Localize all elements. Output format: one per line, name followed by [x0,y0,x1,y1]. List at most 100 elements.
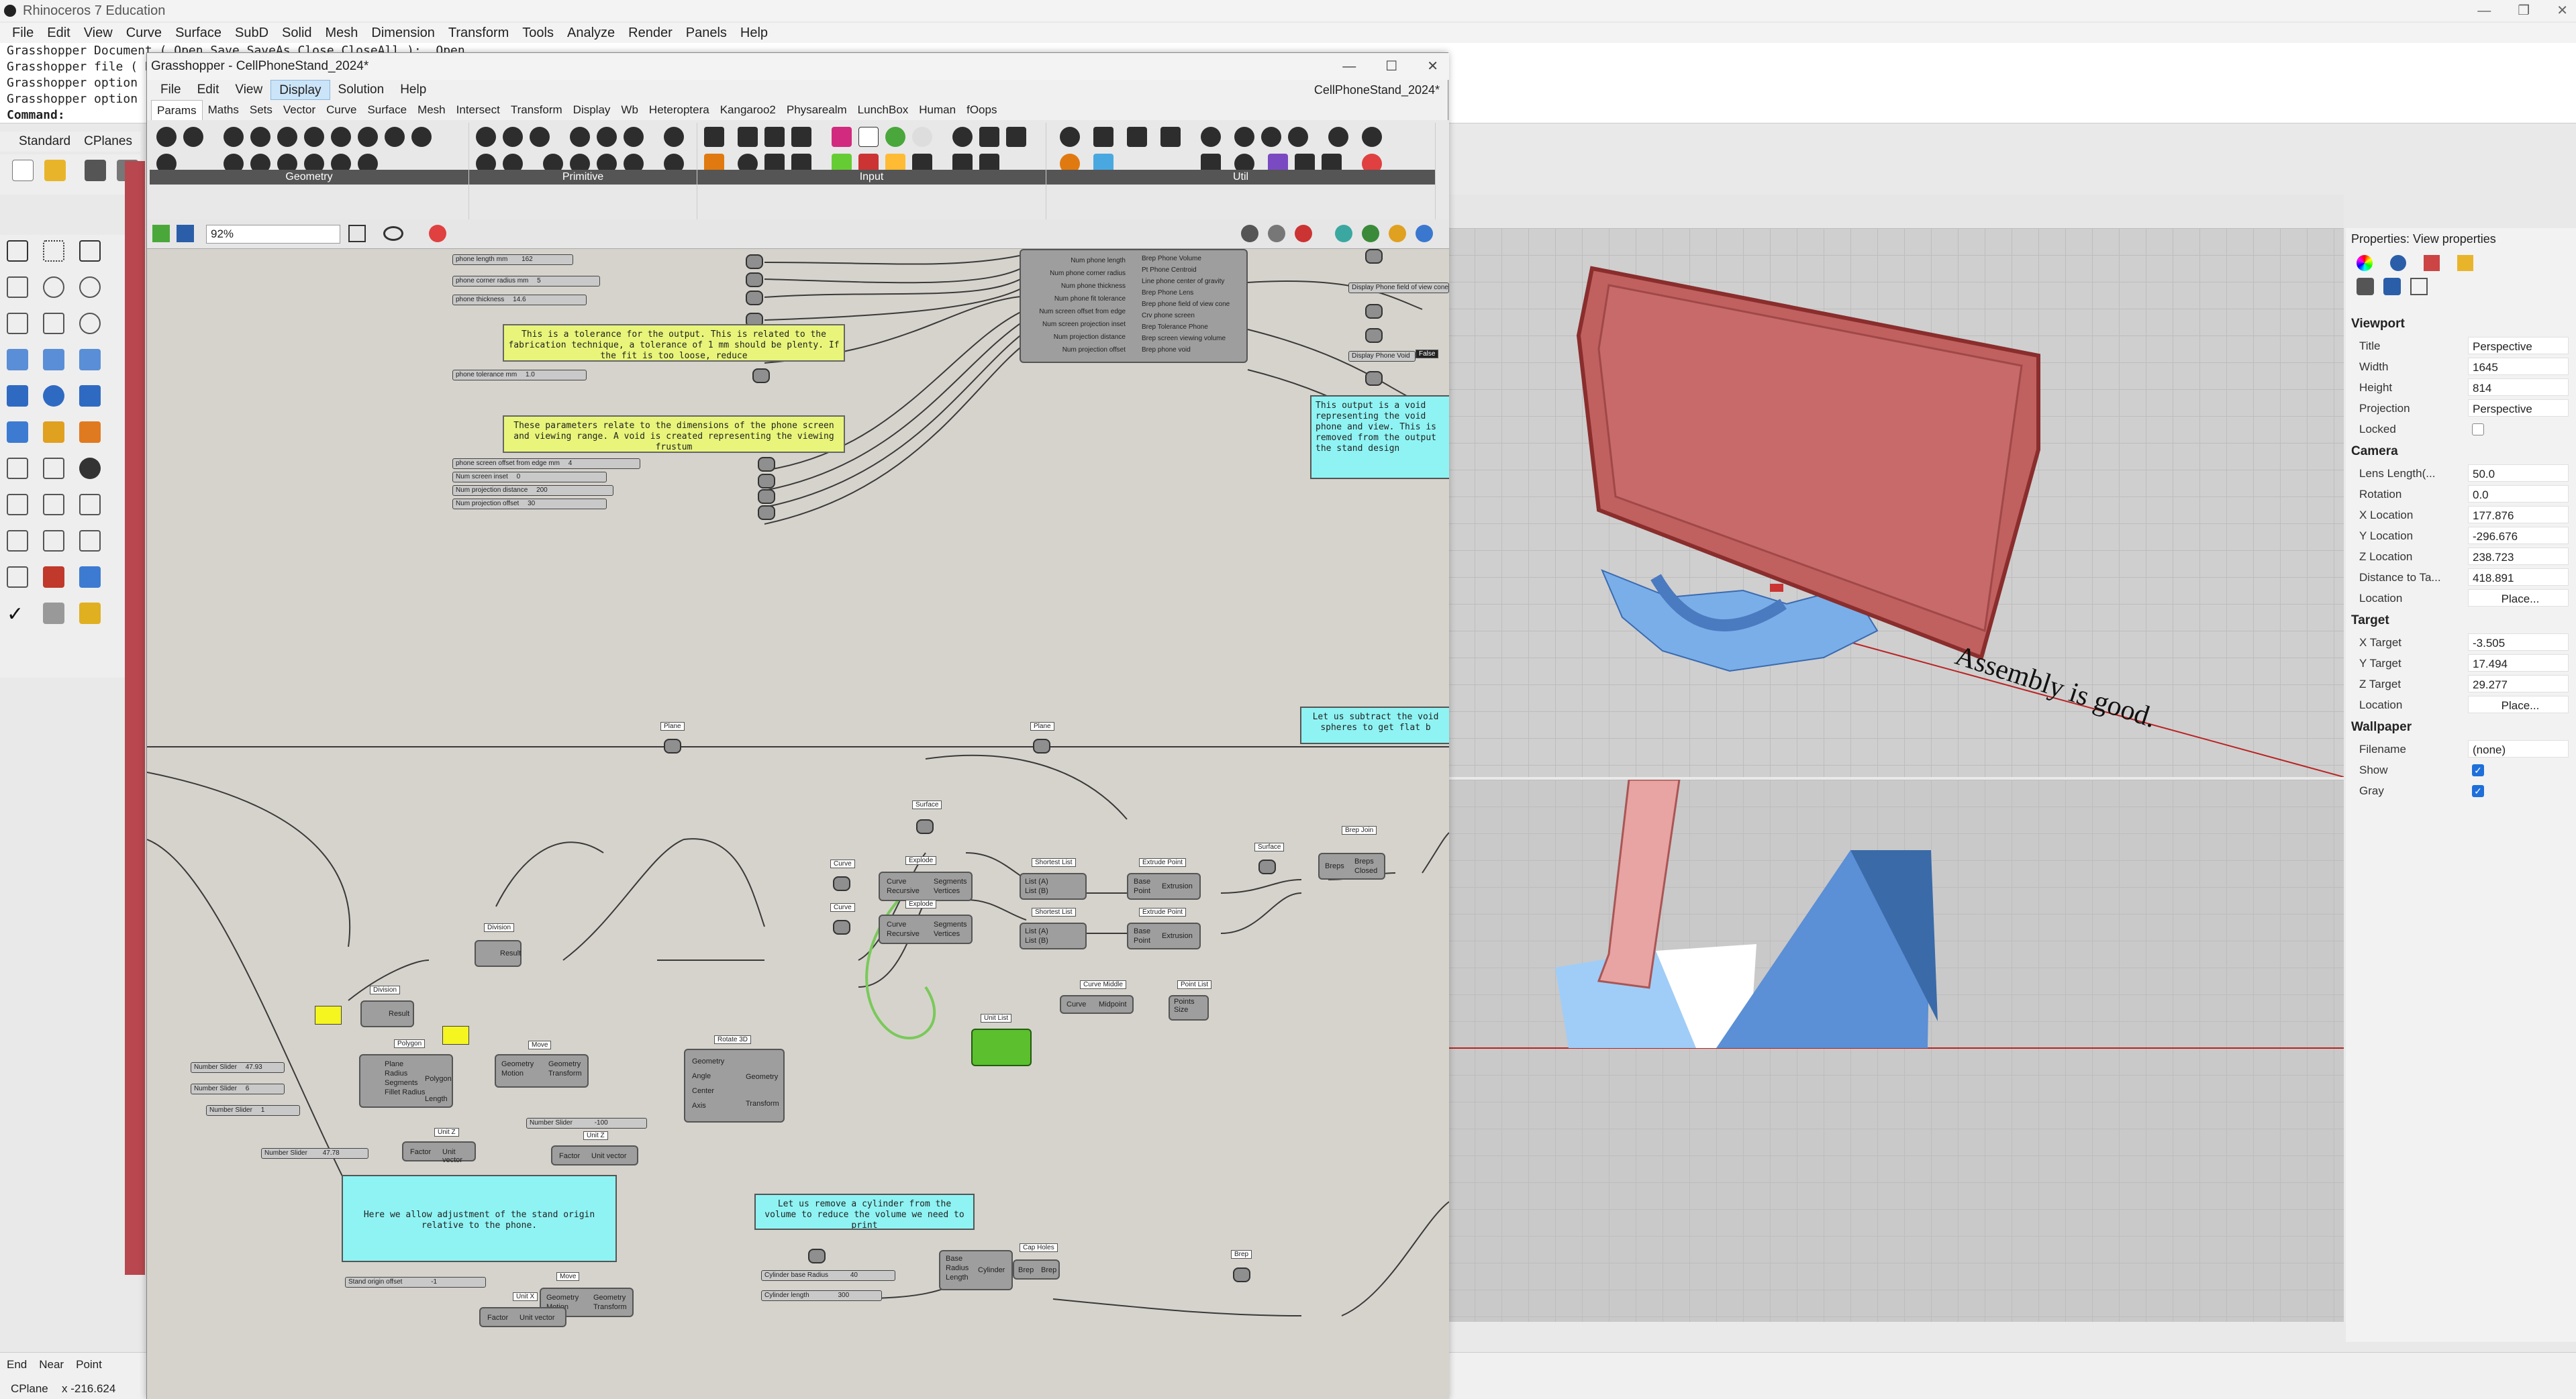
menu-analyze[interactable]: Analyze [560,23,622,43]
note-void-output[interactable]: This output is a void representing the v… [1310,395,1449,479]
menu-solid[interactable]: Solid [275,23,318,43]
cache-icon[interactable] [1060,127,1080,147]
move-icon[interactable] [43,530,64,552]
relay-node[interactable] [746,291,763,305]
tab-mesh[interactable]: Mesh [412,100,451,120]
note-tolerance[interactable]: This is a tolerance for the output. This… [503,324,845,362]
folder-icon[interactable] [2457,255,2473,271]
surface-param[interactable] [1258,860,1276,874]
slider-phone-length[interactable]: phone length mm 162 [452,254,573,265]
prop-x-location-value[interactable]: 177.876 [2468,506,2569,523]
preview-mode-icon[interactable] [1241,225,1258,242]
line-param-icon[interactable] [304,127,324,147]
curve-param[interactable] [833,876,850,891]
zoom-extents-icon[interactable] [348,225,366,242]
color-wheel-icon[interactable] [2357,255,2373,271]
camera-place-button[interactable]: Place... [2468,589,2569,607]
number-slider[interactable]: Number Slider 1 [206,1105,300,1116]
unit-z-component[interactable]: Factor Unit vector [551,1145,638,1165]
preview-eye-icon[interactable] [383,226,403,241]
relay-node[interactable] [758,474,775,488]
render-settings-icon[interactable] [2383,278,2401,295]
analyze-icon[interactable] [79,458,101,479]
menu-surface[interactable]: Surface [168,23,228,43]
osnap-point[interactable]: Point [76,1358,102,1371]
extrude-point-component[interactable]: Base Point Extrusion [1127,923,1201,949]
gh-menu-display[interactable]: Display [270,80,330,100]
tab-foops[interactable]: fOops [961,100,1002,120]
point-param-icon[interactable] [183,127,203,147]
surface-param[interactable] [916,819,934,834]
tab-sets[interactable]: Sets [244,100,278,120]
ellipse-icon[interactable] [79,313,101,334]
note-params[interactable]: These parameters relate to the dimension… [503,415,845,453]
circle-param-icon[interactable] [224,127,244,147]
gh-menu-solution[interactable]: Solution [330,80,393,100]
unit-z-component[interactable]: Factor Unit vector [402,1141,476,1164]
polyline-icon[interactable] [79,240,101,262]
gh-menu-view[interactable]: View [227,80,270,100]
perspective-viewport[interactable]: Assembly is good. [1448,228,2344,777]
osnap-near[interactable]: Near [39,1358,64,1371]
prop-height-value[interactable]: 814 [2468,378,2569,396]
cylinder-radius-slider[interactable]: Cylinder base Radius 40 [761,1270,895,1281]
digit-scroller-icon[interactable] [858,127,879,147]
tab-surface[interactable]: Surface [362,100,412,120]
grid-icon[interactable] [7,566,28,588]
prop-y-target-value[interactable]: 17.494 [2468,654,2569,672]
arc-icon[interactable] [79,276,101,298]
layer-icon[interactable] [79,566,101,588]
button-object-icon[interactable] [764,127,785,147]
open-folder-icon[interactable] [44,160,66,181]
gradient-icon[interactable] [832,127,852,147]
curve-middle-component[interactable]: Curve Midpoint [1060,995,1134,1014]
close-icon[interactable]: ✕ [2557,0,2568,21]
curve-param[interactable] [833,920,850,935]
note-cylinder[interactable]: Let us remove a cylinder from the volume… [754,1194,975,1230]
geometry-param-icon[interactable] [156,127,177,147]
sdm-icon[interactable] [979,127,999,147]
division-component[interactable]: Result [360,1000,414,1027]
sphere-icon[interactable] [43,385,64,407]
brep-param-icon[interactable] [411,127,432,147]
shaded-icon[interactable] [1295,225,1312,242]
fillet-icon[interactable] [7,313,28,334]
arc-param-icon[interactable] [250,127,270,147]
cap-holes-component[interactable]: Brep Brep [1013,1259,1060,1280]
stand-origin-slider[interactable]: Stand origin offset -1 [345,1277,486,1288]
number-slider[interactable]: Number Slider -100 [526,1118,647,1129]
curve-param-icon[interactable] [277,127,297,147]
panel-object-icon[interactable] [791,127,811,147]
gray-checkbox[interactable]: ✓ [2472,785,2484,797]
display-toggle-fov[interactable]: Display Phone field of view cone [1348,282,1449,293]
cylinder-icon[interactable] [79,385,101,407]
plane-param[interactable] [1033,739,1050,754]
note-origin[interactable]: Here we allow adjustment of the stand or… [342,1175,617,1262]
relay-node[interactable] [746,254,763,269]
tab-transform[interactable]: Transform [505,100,568,120]
loft-icon[interactable] [79,349,101,370]
boolean-icon[interactable] [7,458,28,479]
relay-node[interactable] [746,272,763,287]
surface-icon[interactable] [7,349,28,370]
relay-node[interactable] [1365,328,1383,343]
point-icon[interactable] [43,240,64,262]
front-viewport[interactable] [1448,780,2344,1322]
prop-rotation-value[interactable]: 0.0 [2468,485,2569,503]
menu-render[interactable]: Render [622,23,679,43]
prop-width-value[interactable]: 1645 [2468,358,2569,375]
gh-menu-file[interactable]: File [152,80,189,100]
slider-tolerance[interactable]: phone tolerance mm 1.0 [452,370,587,380]
material-icon[interactable] [2390,255,2406,271]
number-param-icon[interactable] [530,127,550,147]
camera-icon[interactable] [2357,278,2374,295]
properties-icon[interactable] [43,603,64,624]
tab-human[interactable]: Human [913,100,961,120]
menu-file[interactable]: File [5,23,40,43]
relay-node[interactable] [758,505,775,520]
menu-dimension[interactable]: Dimension [364,23,441,43]
data-param-icon[interactable] [664,127,684,147]
tab-params[interactable]: Params [151,100,203,120]
rectangle-icon[interactable] [43,313,64,334]
colour-param-icon[interactable] [570,127,590,147]
